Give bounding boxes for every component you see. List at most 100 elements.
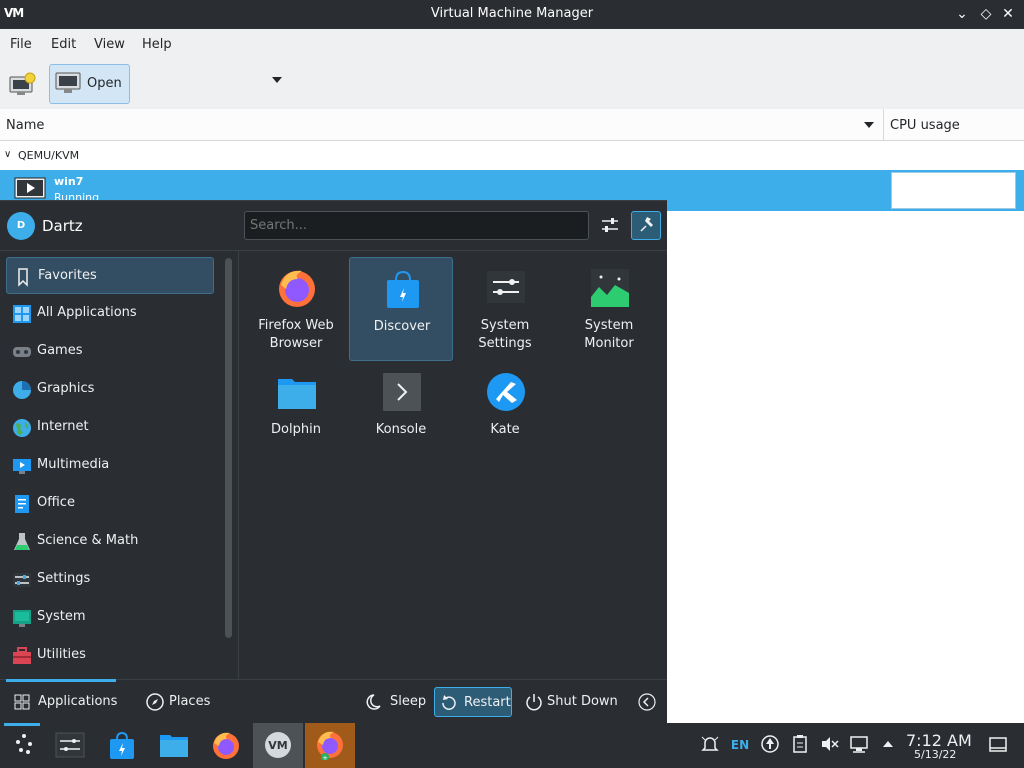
app-label: Firefox Web Browser bbox=[258, 318, 334, 351]
launcher-button[interactable] bbox=[0, 723, 50, 768]
app-kate[interactable]: Kate bbox=[453, 361, 557, 465]
menu-file[interactable]: File bbox=[10, 37, 32, 52]
taskbar-dolphin[interactable] bbox=[149, 723, 199, 768]
system-monitor-icon bbox=[591, 269, 629, 307]
svg-text:VM: VM bbox=[268, 739, 287, 752]
chevron-left-icon bbox=[638, 693, 656, 711]
category-settings[interactable]: Settings bbox=[6, 561, 214, 598]
cpu-usage-graph bbox=[891, 172, 1016, 209]
category-label: System bbox=[37, 609, 86, 624]
menu-view[interactable]: View bbox=[94, 37, 125, 52]
discover-icon bbox=[110, 731, 134, 759]
category-label: Internet bbox=[37, 419, 89, 434]
network-wired-icon[interactable] bbox=[848, 733, 870, 755]
open-dropdown-arrow-icon[interactable] bbox=[272, 77, 282, 83]
firefox-icon bbox=[213, 732, 239, 759]
new-vm-button[interactable] bbox=[8, 71, 36, 99]
tray-expand-icon[interactable] bbox=[877, 733, 899, 755]
vm-screen-icon bbox=[14, 177, 46, 199]
category-internet[interactable]: Internet bbox=[6, 409, 214, 446]
active-tab-indicator bbox=[6, 679, 116, 682]
clipboard-icon[interactable] bbox=[789, 733, 811, 755]
app-label: System Monitor bbox=[584, 318, 634, 351]
category-label: Games bbox=[37, 343, 83, 358]
keyboard-layout-indicator[interactable]: EN bbox=[729, 738, 751, 760]
app-firefox[interactable]: Firefox Web Browser bbox=[244, 257, 348, 361]
clock-date[interactable]: 5/13/22 bbox=[914, 748, 956, 761]
svg-text:+: + bbox=[322, 754, 328, 760]
column-name[interactable]: Name bbox=[6, 118, 44, 133]
flask-icon bbox=[14, 533, 30, 550]
category-games[interactable]: Games bbox=[6, 333, 214, 370]
category-utilities[interactable]: Utilities bbox=[6, 637, 214, 674]
sleep-icon bbox=[366, 694, 381, 710]
search-input[interactable] bbox=[244, 211, 589, 240]
notifications-icon[interactable] bbox=[699, 733, 721, 755]
steamdeck-launcher-icon bbox=[16, 734, 32, 754]
tab-applications[interactable]: Applications bbox=[8, 687, 118, 717]
firefox-icon bbox=[279, 270, 315, 307]
connection-group-row[interactable]: ∨ QEMU/KVM bbox=[0, 141, 1024, 170]
app-label: Discover bbox=[373, 319, 431, 334]
volume-muted-icon[interactable] bbox=[818, 733, 840, 755]
category-system[interactable]: System bbox=[6, 599, 214, 636]
taskbar-firefox-new[interactable]: + bbox=[305, 723, 355, 768]
category-label: Office bbox=[37, 495, 75, 510]
taskbar-firefox[interactable] bbox=[201, 723, 251, 768]
kate-icon bbox=[487, 373, 525, 411]
menu-edit[interactable]: Edit bbox=[51, 37, 76, 52]
app-label: Kate bbox=[490, 422, 520, 437]
vm-list-header: Name CPU usage bbox=[0, 109, 1024, 141]
category-graphics[interactable]: Graphics bbox=[6, 371, 214, 408]
launcher-footer: Applications Places Sleep Restart Shut D… bbox=[0, 679, 667, 724]
more-options-button[interactable] bbox=[633, 687, 661, 717]
taskbar-system-settings[interactable] bbox=[45, 723, 95, 768]
minimize-icon[interactable]: ⌄ bbox=[952, 4, 972, 24]
app-system-settings[interactable]: System Settings bbox=[453, 257, 557, 361]
system-settings-icon bbox=[55, 732, 85, 758]
open-label: Open bbox=[87, 76, 122, 91]
column-cpu-usage[interactable]: CPU usage bbox=[890, 118, 960, 133]
chevron-down-icon[interactable]: ∨ bbox=[4, 149, 11, 160]
shutdown-button[interactable]: Shut Down bbox=[520, 687, 620, 717]
open-button[interactable]: Open bbox=[49, 64, 130, 104]
avatar[interactable]: D bbox=[7, 212, 35, 240]
close-icon[interactable]: ✕ bbox=[998, 4, 1018, 24]
updates-icon[interactable] bbox=[759, 733, 781, 755]
configure-button[interactable] bbox=[597, 212, 623, 238]
app-dolphin[interactable]: Dolphin bbox=[244, 361, 348, 465]
app-label: Konsole bbox=[375, 422, 427, 437]
column-separator[interactable] bbox=[883, 109, 884, 141]
menu-help[interactable]: Help bbox=[142, 37, 172, 52]
tab-places[interactable]: Places bbox=[141, 687, 216, 717]
category-office[interactable]: Office bbox=[6, 485, 214, 522]
app-system-monitor[interactable]: System Monitor bbox=[557, 257, 661, 361]
taskbar-virt-manager[interactable]: VM bbox=[253, 723, 303, 768]
category-science-math[interactable]: Science & Math bbox=[6, 523, 214, 560]
new-vm-icon bbox=[9, 72, 36, 95]
maximize-icon[interactable]: ◇ bbox=[976, 4, 996, 24]
pin-icon bbox=[640, 217, 653, 232]
category-multimedia[interactable]: Multimedia bbox=[6, 447, 214, 484]
sleep-button[interactable]: Sleep bbox=[362, 687, 428, 717]
window-title: Virtual Machine Manager bbox=[430, 6, 594, 21]
discover-icon bbox=[387, 270, 419, 308]
taskbar-discover[interactable] bbox=[97, 723, 147, 768]
taskbar: VM + EN bbox=[0, 723, 1024, 768]
compass-icon bbox=[146, 693, 164, 711]
app-konsole[interactable]: Konsole bbox=[349, 361, 453, 465]
vmm-icon: VM bbox=[265, 732, 291, 758]
show-desktop-icon[interactable] bbox=[987, 733, 1009, 755]
terminal-icon bbox=[383, 373, 421, 411]
grid-icon bbox=[14, 694, 30, 710]
category-label: Settings bbox=[37, 571, 91, 586]
power-icon bbox=[526, 694, 542, 711]
category-all-applications[interactable]: All Applications bbox=[6, 295, 214, 332]
sidebar-scrollbar[interactable] bbox=[225, 258, 232, 638]
sort-arrow-icon[interactable] bbox=[864, 122, 874, 128]
category-favorites[interactable]: Favorites bbox=[6, 257, 214, 294]
category-label: Multimedia bbox=[37, 457, 110, 472]
restart-button[interactable]: Restart bbox=[434, 687, 512, 717]
app-discover[interactable]: Discover bbox=[349, 257, 453, 361]
pin-button[interactable] bbox=[631, 211, 661, 240]
